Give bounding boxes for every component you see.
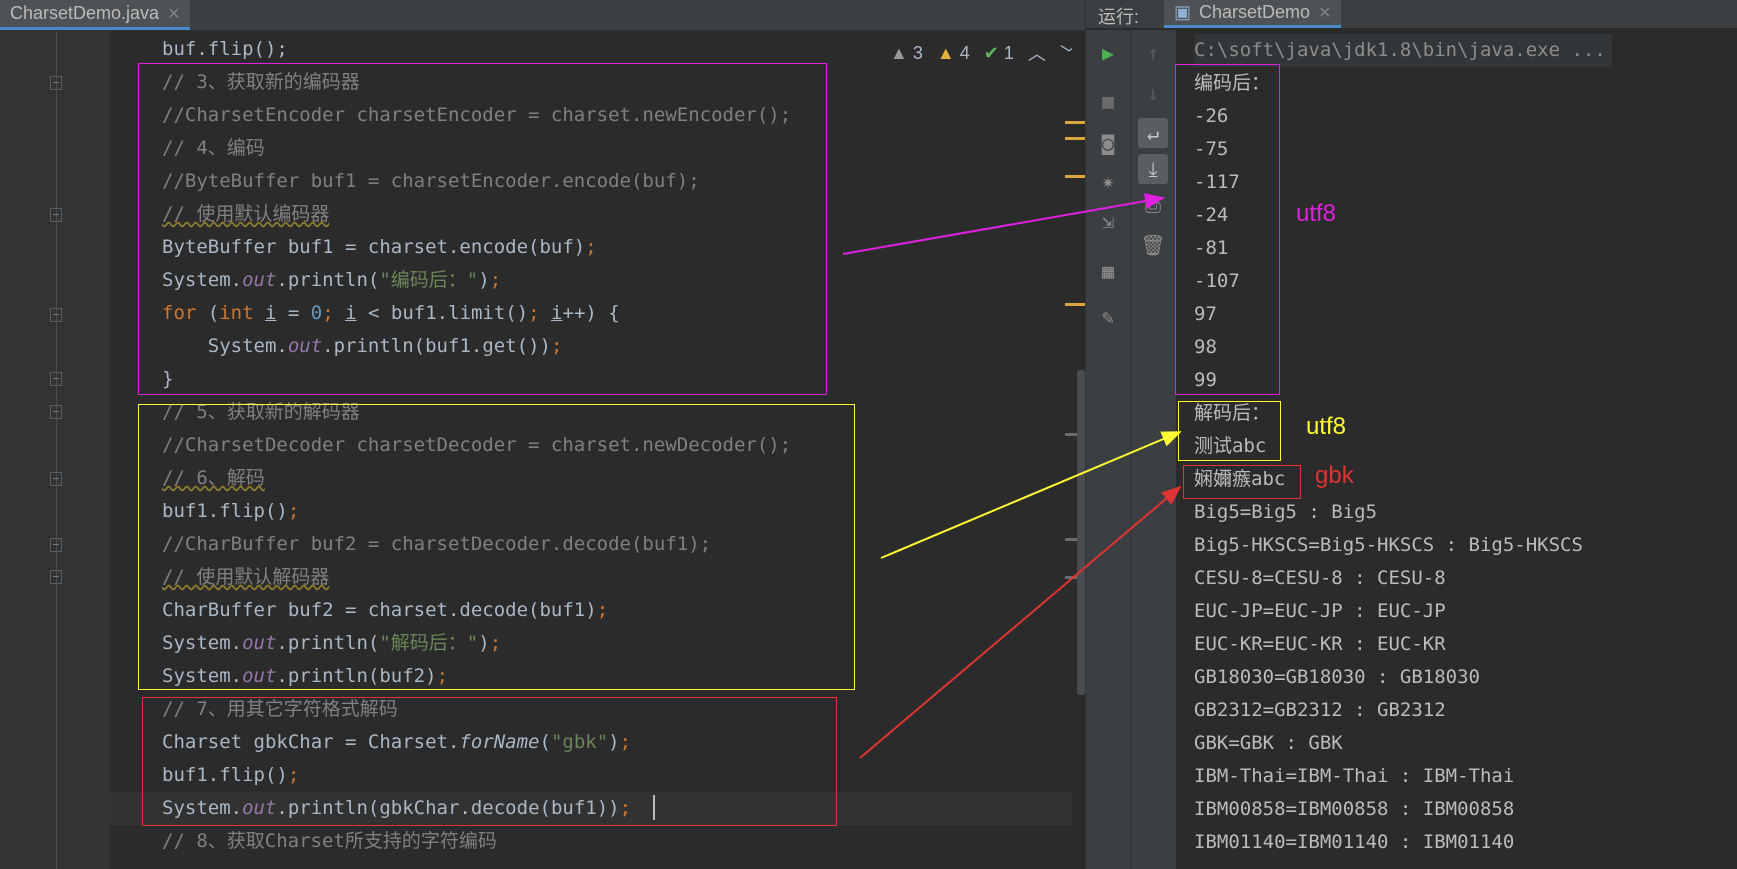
warning-stripe-mark[interactable] bbox=[1065, 303, 1085, 306]
console-line: EUC-KR=EUC-KR : EUC-KR bbox=[1194, 633, 1446, 655]
console-line: GB18030=GB18030 : GB18030 bbox=[1194, 666, 1480, 688]
decode-output-box bbox=[1178, 401, 1281, 461]
camera-icon[interactable]: ◙ bbox=[1093, 128, 1123, 158]
decode-highlight-box bbox=[138, 404, 855, 690]
encode-annotation: utf8 bbox=[1296, 200, 1337, 227]
run-label: 运行: bbox=[1098, 7, 1140, 27]
warning-stripe-mark[interactable] bbox=[1065, 121, 1085, 124]
fold-marker-icon[interactable] bbox=[50, 538, 62, 552]
arrow-down-icon[interactable]: ↓ bbox=[1138, 78, 1168, 108]
encode-output-box bbox=[1175, 64, 1280, 395]
console-line: Big5-HKSCS=Big5-HKSCS : Big5-HKSCS bbox=[1194, 534, 1583, 556]
console-toolbar: ↑ ↓ ↵ ⤓ ⎙ 🗑 bbox=[1130, 30, 1176, 869]
run-toolbar: ▶ ■ ◙ ✷ ⇲ ▦ ✎ bbox=[1086, 30, 1130, 869]
chevron-up-icon[interactable]: ︿ bbox=[1028, 40, 1046, 66]
editor-tab-bar: CharsetDemo.java ✕ bbox=[0, 0, 1085, 31]
console-line: IBM00858=IBM00858 : IBM00858 bbox=[1194, 798, 1515, 820]
run-header: 运行: ▣ CharsetDemo ✕ bbox=[1086, 0, 1737, 28]
console-line: GB2312=GB2312 : GB2312 bbox=[1194, 699, 1446, 721]
console-line: EUC-JP=EUC-JP : EUC-JP bbox=[1194, 600, 1446, 622]
console-icon: ▣ bbox=[1174, 2, 1192, 22]
fold-marker-icon[interactable] bbox=[50, 308, 62, 322]
editor-scrollbar[interactable] bbox=[1077, 370, 1085, 695]
fold-marker-icon[interactable] bbox=[50, 570, 62, 584]
fold-marker-icon[interactable] bbox=[50, 76, 62, 90]
code-line[interactable]: buf.flip(); bbox=[162, 33, 288, 66]
warning-stripe-mark[interactable] bbox=[1065, 175, 1085, 178]
code-line[interactable]: // 8、获取Charset所支持的字符编码 bbox=[162, 825, 497, 858]
gbk-annotation: gbk bbox=[1315, 462, 1354, 489]
fold-marker-icon[interactable] bbox=[50, 472, 62, 486]
warning-stripe-mark[interactable] bbox=[1065, 137, 1085, 140]
console-line: GBK=GBK : GBK bbox=[1194, 732, 1343, 754]
console-command-line: C:\soft\java\jdk1.8\bin\java.exe ... bbox=[1194, 34, 1612, 67]
encode-highlight-box bbox=[138, 63, 827, 395]
inspection-widget[interactable]: ▲ 3 ▲ 4 ✔ 1 ︿ ﹀ bbox=[890, 40, 1078, 66]
file-tab[interactable]: CharsetDemo.java ✕ bbox=[0, 0, 191, 30]
warning-icon: ▲ bbox=[890, 42, 908, 63]
ok-count-value: 1 bbox=[1003, 42, 1014, 63]
fold-marker-icon[interactable] bbox=[50, 208, 62, 222]
code-token: buf.flip(); bbox=[162, 38, 288, 60]
warning-count-b-value: 4 bbox=[959, 42, 970, 63]
console-line: CESU-8=CESU-8 : CESU-8 bbox=[1194, 567, 1446, 589]
warning-icon: ▲ bbox=[936, 42, 955, 63]
restore-layout-icon[interactable]: ⇲ bbox=[1093, 206, 1123, 236]
file-tab-label: CharsetDemo.java bbox=[10, 3, 160, 23]
fold-marker-icon[interactable] bbox=[50, 405, 62, 419]
warning-count-a-value: 3 bbox=[912, 42, 923, 63]
fold-marker-icon[interactable] bbox=[50, 372, 62, 386]
close-icon[interactable]: ✕ bbox=[1318, 3, 1331, 23]
print-icon[interactable]: ⎙ bbox=[1138, 190, 1168, 220]
run-tab-label: CharsetDemo bbox=[1199, 2, 1311, 22]
gbk-highlight-box bbox=[142, 697, 837, 826]
check-icon: ✔ bbox=[983, 42, 999, 63]
warning-count-b[interactable]: ▲ 4 bbox=[937, 43, 970, 64]
arrow-up-icon[interactable]: ↑ bbox=[1138, 38, 1168, 68]
layout-icon[interactable]: ▦ bbox=[1093, 256, 1123, 286]
console-line: Big5=Big5 : Big5 bbox=[1194, 501, 1378, 523]
debug-settings-icon[interactable]: ✷ bbox=[1093, 166, 1123, 196]
stop-icon[interactable]: ■ bbox=[1093, 86, 1123, 116]
editor-gutter bbox=[0, 31, 110, 869]
rerun-icon[interactable]: ▶ bbox=[1093, 38, 1123, 68]
console-line: IBM01140=IBM01140 : IBM01140 bbox=[1194, 831, 1515, 853]
pin-icon[interactable]: ✎ bbox=[1093, 302, 1123, 332]
decode-annotation: utf8 bbox=[1306, 413, 1347, 440]
scroll-to-end-icon[interactable]: ⤓ bbox=[1138, 154, 1168, 184]
code-token: // 8、获取Charset所支持的字符编码 bbox=[162, 830, 497, 852]
fold-guide bbox=[56, 31, 57, 869]
gbk-output-box bbox=[1183, 465, 1301, 499]
soft-wrap-icon[interactable]: ↵ bbox=[1138, 118, 1168, 148]
console-line: IBM-Thai=IBM-Thai : IBM-Thai bbox=[1194, 765, 1515, 787]
close-icon[interactable]: ✕ bbox=[167, 4, 180, 24]
warning-count-a[interactable]: ▲ 3 bbox=[890, 43, 923, 64]
run-config-tab[interactable]: ▣ CharsetDemo ✕ bbox=[1164, 0, 1342, 28]
trash-icon[interactable]: 🗑 bbox=[1138, 230, 1168, 260]
ok-count[interactable]: ✔ 1 bbox=[984, 43, 1014, 64]
